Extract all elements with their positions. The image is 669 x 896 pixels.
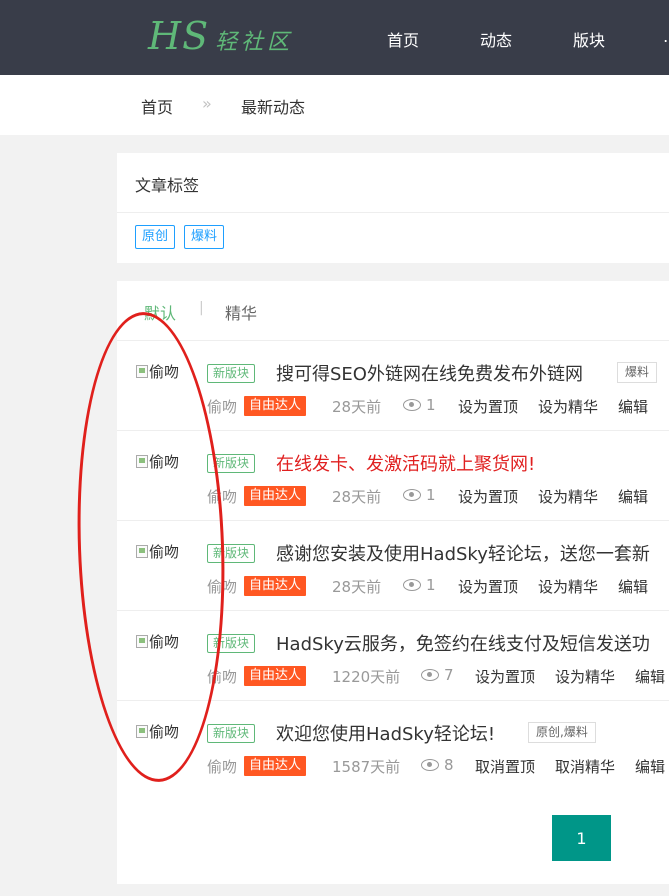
breadcrumb-current: 最新动态 [241,98,306,117]
eye-icon [403,399,421,411]
post-author[interactable]: 偷吻 [207,486,237,507]
avatar[interactable]: 偷吻 [136,541,179,562]
post-time: 28天前 [332,488,382,506]
edit-button[interactable]: 编辑 [618,576,648,597]
set-digest-button[interactable]: 设为精华 [538,486,598,507]
divider [117,520,669,521]
set-top-button[interactable]: 设为置顶 [458,396,518,417]
tags-panel-title: 文章标签 [135,176,200,195]
divider [117,610,669,611]
post-time: 1220天前 [332,668,401,686]
eye-icon [421,759,439,771]
view-count: 1 [426,576,436,594]
nav-boards[interactable]: 版块 [573,27,605,51]
post-title[interactable]: 在线发卡、发激活码就上聚货网! [276,450,535,476]
divider [117,212,669,213]
avatar-alt-text: 偷吻 [149,363,180,381]
avatar-alt-text: 偷吻 [149,543,180,561]
broken-image-icon [136,545,148,558]
set-top-button[interactable]: 设为置顶 [475,666,535,687]
avatar-alt-text: 偷吻 [149,723,180,741]
user-badge: 自由达人 [244,756,307,776]
divider [117,700,669,701]
user-badge: 自由达人 [244,396,307,416]
set-digest-button[interactable]: 设为精华 [555,666,615,687]
divider [117,340,669,341]
logo-sub-text: 轻社区 [215,30,294,55]
set-top-button[interactable]: 设为置顶 [458,486,518,507]
eye-icon [421,669,439,681]
post-title[interactable]: 感谢您安装及使用HadSky轻论坛，送您一套新 [276,540,650,566]
avatar[interactable]: 偷吻 [136,631,179,652]
board-tag[interactable]: 新版块 [207,634,256,653]
tag-leak[interactable]: 爆料 [184,225,225,249]
view-count: 7 [444,666,454,684]
nav-home[interactable]: 首页 [387,27,419,51]
edit-button[interactable]: 编辑 [618,396,648,417]
broken-image-icon [136,365,148,378]
eye-icon [403,489,421,501]
avatar[interactable]: 偷吻 [136,451,179,472]
board-tag[interactable]: 新版块 [207,724,256,743]
broken-image-icon [136,455,148,468]
site-logo[interactable]: HS 轻社区 [148,14,293,60]
view-count: 1 [426,396,436,414]
tag-original[interactable]: 原创 [135,225,176,249]
post-author[interactable]: 偷吻 [207,396,237,417]
logo-main-text: HS [148,14,210,58]
post-title[interactable]: HadSky云服务，免签约在线支付及短信发送功 [276,630,650,656]
unset-top-button[interactable]: 取消置顶 [475,756,535,777]
edit-button[interactable]: 编辑 [635,666,665,687]
eye-icon [403,579,421,591]
avatar-alt-text: 偷吻 [149,453,180,471]
divider [117,430,669,431]
nav-more[interactable]: … [663,27,669,46]
set-digest-button[interactable]: 设为精华 [538,396,598,417]
page-button-current[interactable]: 1 [552,815,611,861]
view-count: 1 [426,486,436,504]
breadcrumb-separator: » [202,94,212,113]
board-tag[interactable]: 新版块 [207,544,256,563]
edit-button[interactable]: 编辑 [635,756,665,777]
user-badge: 自由达人 [244,576,307,596]
breadcrumb-home[interactable]: 首页 [141,94,173,118]
avatar[interactable]: 偷吻 [136,361,179,382]
view-count: 8 [444,756,454,774]
post-author[interactable]: 偷吻 [207,756,237,777]
tab-digest[interactable]: 精华 [225,300,257,324]
set-digest-button[interactable]: 设为精华 [538,576,598,597]
top-navbar: HS 轻社区 首页 动态 版块 … [0,0,669,75]
post-labels[interactable]: 爆料 [617,362,658,383]
avatar[interactable]: 偷吻 [136,721,179,742]
tab-default[interactable]: 默认 [144,300,176,324]
broken-image-icon [136,635,148,648]
user-badge: 自由达人 [244,666,307,686]
set-top-button[interactable]: 设为置顶 [458,576,518,597]
broken-image-icon [136,725,148,738]
post-time: 28天前 [332,578,382,596]
post-title[interactable]: 欢迎您使用HadSky轻论坛! [276,720,495,746]
post-author[interactable]: 偷吻 [207,576,237,597]
post-author[interactable]: 偷吻 [207,666,237,687]
nav-activity[interactable]: 动态 [480,27,512,51]
edit-button[interactable]: 编辑 [618,486,648,507]
board-tag[interactable]: 新版块 [207,454,256,473]
tab-separator: | [199,300,204,316]
avatar-alt-text: 偷吻 [149,633,180,651]
user-badge: 自由达人 [244,486,307,506]
post-title[interactable]: 搜可得SEO外链网在线免费发布外链网 [276,360,583,386]
post-labels[interactable]: 原创,爆料 [528,722,596,743]
post-time: 1587天前 [332,758,401,776]
breadcrumb: 首页 » 最新动态 [0,75,669,135]
board-tag[interactable]: 新版块 [207,364,256,383]
post-time: 28天前 [332,398,382,416]
unset-digest-button[interactable]: 取消精华 [555,756,615,777]
